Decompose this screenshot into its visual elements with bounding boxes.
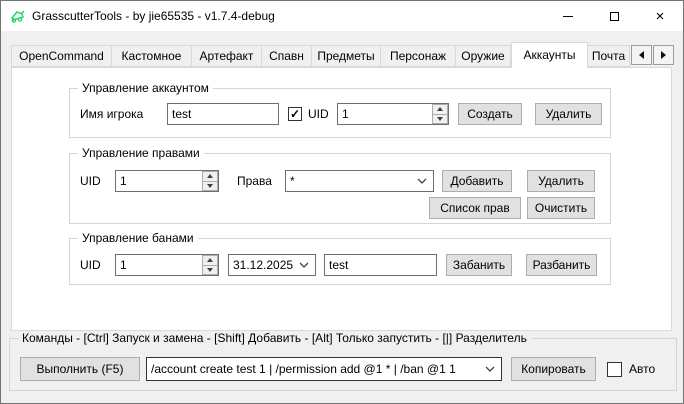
account-uid-value: 1 <box>338 104 432 124</box>
close-button[interactable]: × <box>637 1 683 31</box>
command-value: /account create test 1 | /permission add… <box>147 362 483 376</box>
checkmark-icon: ✓ <box>290 108 300 120</box>
window-title: GrasscutterTools - by jie65535 - v1.7.4-… <box>32 1 275 31</box>
tab-artifact[interactable]: Артефакт <box>192 45 262 67</box>
list-permissions-button[interactable]: Список прав <box>429 197 521 219</box>
close-icon: × <box>656 9 665 24</box>
account-uid-stepper[interactable]: 1 <box>337 103 449 125</box>
ban-button[interactable]: Забанить <box>446 254 512 276</box>
command-group: Команды - [Ctrl] Запуск и замена - [Shif… <box>9 338 677 391</box>
tab-custom[interactable]: Кастомное <box>112 45 192 67</box>
stepper-up-button[interactable] <box>202 171 218 182</box>
remove-permission-button[interactable]: Удалить <box>527 170 595 192</box>
unban-button[interactable]: Разбанить <box>526 254 597 276</box>
create-account-button[interactable]: Создать <box>458 103 522 125</box>
stepper-down-button[interactable] <box>432 115 448 125</box>
spinner-down-icon <box>207 184 213 188</box>
permission-management-group: Управление правами UID 1 Права * Добавит… <box>69 153 611 224</box>
command-combobox[interactable]: /account create test 1 | /permission add… <box>146 357 502 381</box>
auto-checkbox-label: Авто <box>629 358 655 380</box>
tab-mail[interactable]: Почта <box>588 45 630 67</box>
tab-scroll-left-button[interactable] <box>631 45 652 65</box>
spinner-up-icon <box>207 258 213 262</box>
permission-group-title: Управление правами <box>78 146 204 161</box>
permission-combobox[interactable]: * <box>285 170 434 192</box>
app-icon <box>9 8 26 24</box>
copy-command-button[interactable]: Копировать <box>511 357 596 381</box>
stepper-up-button[interactable] <box>202 255 218 266</box>
tab-items[interactable]: Предметы <box>312 45 381 67</box>
account-management-group: Управление аккаунтом Имя игрока ✓ UID 1 … <box>69 88 611 138</box>
ban-date-picker[interactable]: 31.12.2025 <box>228 254 316 276</box>
tab-scroll-right-icon <box>661 51 666 59</box>
stepper-buttons <box>202 255 218 275</box>
ban-uid-label: UID <box>80 254 101 276</box>
tab-scroll-right-button[interactable] <box>653 45 674 65</box>
ban-reason-input[interactable] <box>324 254 437 276</box>
permission-uid-label: UID <box>80 170 101 192</box>
stepper-up-button[interactable] <box>432 104 448 115</box>
stepper-down-button[interactable] <box>202 182 218 192</box>
player-name-input[interactable] <box>167 103 279 125</box>
ban-management-group: Управление банами UID 1 31.12.2025 Забан… <box>69 238 611 285</box>
tab-character[interactable]: Персонаж <box>381 45 456 67</box>
chevron-down-icon <box>299 262 309 268</box>
stepper-down-button[interactable] <box>202 266 218 276</box>
delete-account-button[interactable]: Удалить <box>535 103 602 125</box>
tab-scroll-left-icon <box>639 51 644 59</box>
window-controls: × <box>545 1 683 31</box>
tab-accounts[interactable]: Аккаунты <box>511 42 588 68</box>
tab-strip: OpenCommand Кастомное Артефакт Спавн Пре… <box>11 42 630 67</box>
spinner-up-icon <box>437 107 443 111</box>
account-group-title: Управление аккаунтом <box>78 81 213 96</box>
spinner-down-icon <box>437 117 443 121</box>
add-permission-button[interactable]: Добавить <box>442 170 512 192</box>
ban-uid-value: 1 <box>116 255 202 275</box>
chevron-down-icon <box>485 366 495 372</box>
tab-opencommand[interactable]: OpenCommand <box>11 45 112 67</box>
uid-checkbox[interactable]: ✓ <box>288 107 302 121</box>
auto-checkbox[interactable] <box>607 362 622 377</box>
ban-uid-stepper[interactable]: 1 <box>115 254 219 276</box>
stepper-buttons <box>432 104 448 124</box>
clear-permissions-button[interactable]: Очистить <box>527 197 595 219</box>
uid-checkbox-label: UID <box>308 103 329 125</box>
titlebar: GrasscutterTools - by jie65535 - v1.7.4-… <box>1 1 683 31</box>
run-command-button[interactable]: Выполнить (F5) <box>20 357 140 381</box>
maximize-button[interactable] <box>591 1 637 31</box>
minimize-icon <box>563 16 573 17</box>
permission-uid-value: 1 <box>116 171 202 191</box>
tab-weapon[interactable]: Оружие <box>456 45 511 67</box>
ban-group-title: Управление банами <box>78 231 198 246</box>
tab-spawn[interactable]: Спавн <box>262 45 312 67</box>
player-name-label: Имя игрока <box>80 103 143 125</box>
permission-label: Права <box>237 170 272 192</box>
ban-date-value: 31.12.2025 <box>229 258 297 272</box>
chevron-down-icon <box>417 178 427 184</box>
spinner-down-icon <box>207 268 213 272</box>
minimize-button[interactable] <box>545 1 591 31</box>
maximize-icon <box>610 12 619 21</box>
app-window: GrasscutterTools - by jie65535 - v1.7.4-… <box>0 0 684 404</box>
command-group-title: Команды - [Ctrl] Запуск и замена - [Shif… <box>18 331 531 346</box>
stepper-buttons <box>202 171 218 191</box>
permission-value: * <box>286 174 415 188</box>
spinner-up-icon <box>207 174 213 178</box>
permission-uid-stepper[interactable]: 1 <box>115 170 219 192</box>
